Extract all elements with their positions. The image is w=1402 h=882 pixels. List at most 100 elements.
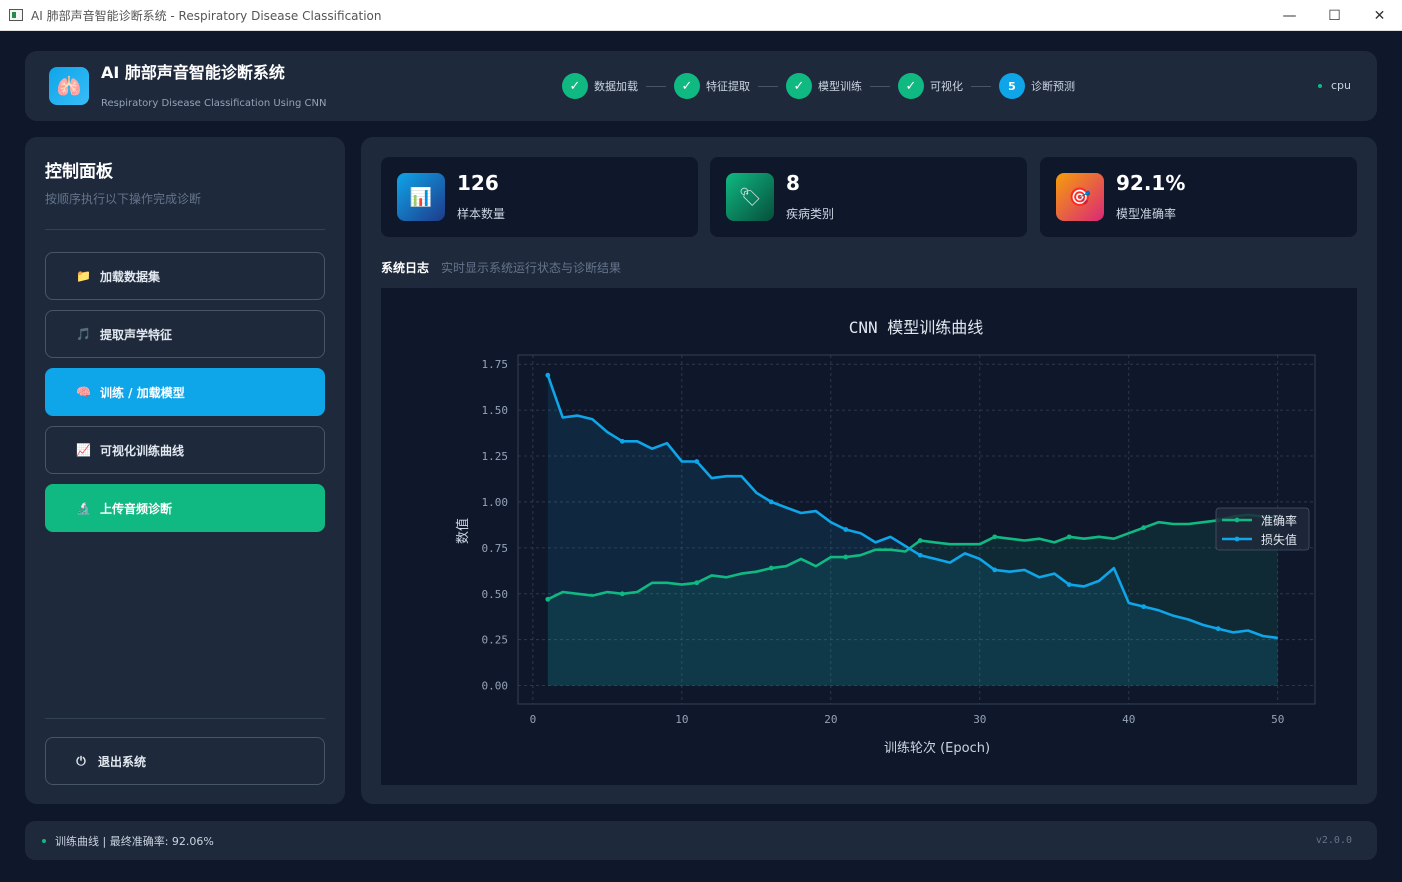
- maximize-icon[interactable]: ☐: [1312, 0, 1357, 31]
- upload-audio-button[interactable]: 🔬 上传音频诊断: [45, 484, 325, 532]
- data-point: [992, 534, 998, 540]
- data-point: [843, 554, 849, 560]
- check-icon: ✓: [562, 73, 588, 99]
- visualize-curves-button[interactable]: 📈 可视化训练曲线: [45, 426, 325, 474]
- y-tick-label: 0.00: [482, 680, 509, 693]
- step-model-training: ✓ 模型训练: [786, 73, 898, 99]
- data-point: [1141, 525, 1147, 531]
- chart-title: CNN 模型训练曲线: [849, 318, 984, 337]
- data-point: [619, 438, 625, 444]
- panel-subtitle: 按顺序执行以下操作完成诊断: [45, 192, 202, 206]
- data-point: [768, 565, 774, 571]
- x-tick-label: 0: [530, 713, 537, 726]
- extract-features-button[interactable]: 🎵 提取声学特征: [45, 310, 325, 358]
- brain-icon: 🧠: [76, 385, 91, 399]
- data-point: [768, 499, 774, 505]
- microscope-icon: 🔬: [76, 501, 91, 515]
- stat-value: 8: [786, 171, 800, 195]
- data-point: [694, 459, 700, 464]
- step-diagnosis: 5 诊断预测: [999, 73, 1075, 99]
- y-tick-label: 1.50: [482, 404, 509, 417]
- button-label: 提取声学特征: [100, 327, 173, 342]
- app-subtitle: Respiratory Disease Classification Using…: [101, 98, 327, 109]
- status-dot-icon: [1317, 83, 1322, 88]
- music-note-icon: 🎵: [76, 327, 91, 341]
- stat-value: 126: [457, 171, 499, 195]
- data-point: [1141, 604, 1147, 610]
- window-title: AI 肺部声音智能诊断系统 - Respiratory Disease Clas…: [31, 8, 382, 23]
- device-indicator: cpu: [1317, 79, 1351, 92]
- exit-button[interactable]: ⏻ 退出系统: [45, 737, 325, 785]
- log-title: 系统日志: [381, 261, 430, 275]
- stat-card-accuracy: 🎯 92.1% 模型准确率: [1040, 157, 1357, 237]
- button-label: 上传音频诊断: [100, 501, 173, 516]
- status-bar: 训练曲线 | 最终准确率: 92.06% v2.0.0: [25, 821, 1377, 860]
- target-icon: 🎯: [1056, 173, 1104, 221]
- step-label: 数据加载: [594, 80, 638, 93]
- divider: [45, 718, 325, 719]
- device-label: cpu: [1330, 79, 1351, 92]
- bar-chart-icon: 📊: [397, 173, 445, 221]
- panel-title: 控制面板: [45, 162, 113, 182]
- legend-marker: [1234, 536, 1240, 542]
- y-tick-label: 0.75: [482, 542, 509, 555]
- data-point: [917, 538, 923, 543]
- status-text: 训练曲线 | 最终准确率: 92.06%: [55, 834, 214, 848]
- step-number: 5: [999, 73, 1025, 99]
- data-point: [843, 527, 849, 532]
- legend-label: 准确率: [1261, 513, 1297, 528]
- step-label: 特征提取: [706, 80, 750, 93]
- step-label: 可视化: [930, 80, 963, 93]
- step-load-data: ✓ 数据加载: [562, 73, 674, 99]
- y-tick-label: 1.00: [482, 496, 509, 509]
- step-connector: [870, 85, 890, 87]
- training-curve-chart: CNN 模型训练曲线 训练轮次 (Epoch) 数值 0.00 0.25 0.50 0…: [455, 318, 1316, 756]
- stat-label: 疾病类别: [786, 207, 835, 221]
- window-controls: — ☐ ✕: [1267, 0, 1402, 31]
- step-visualization: ✓ 可视化: [898, 73, 999, 99]
- stat-label: 样本数量: [457, 207, 506, 221]
- y-tick-label: 0.25: [482, 634, 509, 647]
- tag-icon: 🏷: [726, 173, 774, 221]
- main-panel: 📊 126 样本数量 🏷 8 疾病类别 🎯 92.1% 模型准确率 系统日志 实…: [361, 137, 1377, 804]
- x-tick-label: 10: [675, 713, 688, 726]
- version-label: v2.0.0: [1315, 835, 1352, 846]
- check-icon: ✓: [786, 73, 812, 99]
- close-icon[interactable]: ✕: [1357, 0, 1402, 31]
- button-label: 训练 / 加载模型: [100, 385, 185, 400]
- x-tick-label: 20: [824, 713, 837, 726]
- y-tick-label: 0.50: [482, 588, 509, 601]
- load-dataset-button[interactable]: 📁 加载数据集: [45, 252, 325, 300]
- button-label: 加载数据集: [100, 269, 161, 284]
- data-point: [545, 596, 551, 602]
- step-connector: [646, 85, 666, 87]
- step-feature-extraction: ✓ 特征提取: [674, 73, 786, 99]
- minimize-icon[interactable]: —: [1267, 0, 1312, 31]
- data-point: [619, 591, 625, 597]
- window-titlebar: AI 肺部声音智能诊断系统 - Respiratory Disease Clas…: [0, 0, 1402, 31]
- log-header: 系统日志 实时显示系统运行状态与诊断结果: [381, 259, 621, 276]
- data-point: [1066, 534, 1072, 540]
- step-connector: [758, 85, 778, 87]
- x-axis-label: 训练轮次 (Epoch): [884, 740, 990, 756]
- data-point: [992, 567, 998, 573]
- stat-card-samples: 📊 126 样本数量: [381, 157, 698, 237]
- button-label: 可视化训练曲线: [100, 443, 185, 458]
- legend-label: 损失值: [1261, 532, 1297, 547]
- folder-icon: 📁: [76, 269, 91, 283]
- train-load-model-button[interactable]: 🧠 训练 / 加载模型: [45, 368, 325, 416]
- lungs-icon: 🫁: [49, 67, 89, 105]
- stat-label: 模型准确率: [1116, 207, 1177, 221]
- y-axis-label: 数值: [455, 518, 471, 544]
- check-icon: ✓: [674, 73, 700, 99]
- step-label: 模型训练: [818, 80, 862, 93]
- x-tick-label: 50: [1271, 713, 1284, 726]
- power-icon: ⏻: [76, 753, 86, 768]
- app-icon: [9, 9, 23, 21]
- data-point: [1066, 582, 1072, 588]
- legend-marker: [1234, 517, 1240, 523]
- data-point: [917, 552, 923, 558]
- x-tick-label: 40: [1122, 713, 1135, 726]
- progress-steps: ✓ 数据加载 ✓ 特征提取 ✓ 模型训练 ✓ 可视化 5 诊断预测: [562, 73, 1075, 99]
- status-dot-icon: [42, 838, 46, 843]
